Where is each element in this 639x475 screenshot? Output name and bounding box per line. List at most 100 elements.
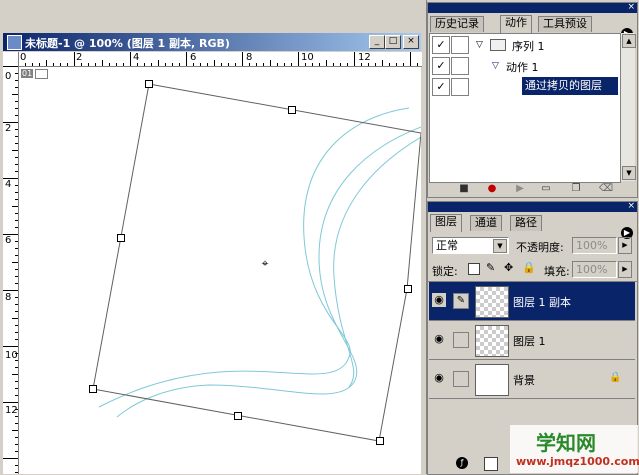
- ruler-v-label: 10: [5, 350, 18, 361]
- layer-thumbnail: [475, 325, 509, 357]
- opacity-slider-arrow-icon[interactable]: ▶: [618, 237, 632, 254]
- layer-row[interactable]: ◉ 图层 1: [429, 321, 635, 360]
- lock-all-icon[interactable]: 🔒: [522, 261, 536, 274]
- ruler-h-label: 10: [301, 52, 314, 63]
- tab-actions[interactable]: 动作: [500, 15, 532, 33]
- layer-name[interactable]: 图层 1 副本: [513, 294, 571, 310]
- tab-history[interactable]: 历史记录: [430, 16, 484, 32]
- blend-mode-value: 正常: [436, 239, 458, 252]
- layers-tabs: 图层 通道 路径 ▶: [428, 213, 637, 239]
- stop-icon[interactable]: ■: [456, 182, 472, 196]
- horizontal-ruler[interactable]: 0 2 4 6 8 10 12: [18, 52, 422, 67]
- close-button[interactable]: ×: [403, 35, 419, 49]
- layer-name[interactable]: 背景: [513, 372, 535, 388]
- ruler-h-label: 2: [76, 52, 83, 63]
- action-check[interactable]: ✓: [432, 57, 450, 75]
- action-set-label[interactable]: 序列 1: [512, 38, 545, 54]
- photoshop-doc-icon: [7, 35, 22, 50]
- actions-panel: × 历史记录 动作 工具预设 ▶ ✓ ▽ 序列 1 ✓ ▽ 动作 1 ✓ 通过拷…: [427, 2, 638, 198]
- play-icon[interactable]: ▶: [512, 182, 528, 196]
- transform-handle[interactable]: [117, 234, 125, 242]
- fill-slider-arrow-icon[interactable]: ▶: [618, 261, 632, 278]
- vertical-ruler[interactable]: 0 2 4 6 8 10 12: [3, 66, 19, 474]
- dialog-toggle[interactable]: [451, 57, 469, 75]
- layer-style-icon[interactable]: ƒ: [456, 457, 468, 469]
- scroll-down-icon[interactable]: ▼: [622, 166, 636, 180]
- ruler-corner[interactable]: [3, 52, 19, 67]
- ruler-h-label: 0: [20, 52, 27, 63]
- document-title: 未标题-1 @ 100% (图层 1 副本, RGB): [25, 37, 230, 50]
- layer-name[interactable]: 图层 1: [513, 333, 546, 349]
- panel-close-icon[interactable]: ×: [627, 202, 635, 211]
- lock-label: 锁定:: [432, 265, 458, 278]
- watermark-url: www.jmqz1000.com: [516, 455, 639, 468]
- transform-center-icon[interactable]: ⌖: [259, 257, 271, 269]
- record-icon[interactable]: ●: [484, 182, 500, 196]
- eye-icon[interactable]: ◉: [432, 371, 446, 385]
- add-mask-icon[interactable]: [484, 457, 498, 471]
- dialog-toggle[interactable]: [451, 36, 469, 54]
- lock-transparency-icon[interactable]: [468, 263, 480, 275]
- tab-channels[interactable]: 通道: [470, 215, 502, 231]
- dialog-toggle[interactable]: [451, 78, 469, 96]
- tab-tool-presets[interactable]: 工具预设: [538, 16, 592, 32]
- panel-titlebar[interactable]: ×: [428, 3, 637, 13]
- blend-mode-select[interactable]: 正常 ▼: [432, 237, 509, 254]
- canvas-artwork: [92, 83, 421, 442]
- ruler-h-label: 6: [190, 52, 197, 63]
- opacity-field[interactable]: 100%: [572, 237, 617, 254]
- maximize-button[interactable]: □: [385, 35, 401, 49]
- brush-icon[interactable]: ✎: [453, 293, 469, 309]
- panel-close-icon[interactable]: ×: [627, 3, 635, 12]
- lock-move-icon[interactable]: ✥: [504, 261, 513, 274]
- action-label[interactable]: 动作 1: [506, 59, 539, 75]
- actions-toolbar: ■ ● ▶ ▭ ❐ ⌫: [428, 182, 637, 197]
- link-toggle[interactable]: [453, 332, 469, 348]
- fill-value: 100%: [576, 263, 608, 276]
- document-window: 未标题-1 @ 100% (图层 1 副本, RGB) _ □ × 0 2 4 …: [0, 0, 427, 474]
- transform-handle[interactable]: [234, 412, 242, 420]
- action-step-selected[interactable]: 通过拷贝的图层: [522, 77, 618, 95]
- action-check[interactable]: ✓: [432, 78, 450, 96]
- watermark-title: 学知网: [536, 431, 596, 455]
- transform-handle[interactable]: [404, 285, 412, 293]
- expand-triangle-icon[interactable]: ▽: [476, 40, 483, 50]
- transform-handle[interactable]: [288, 106, 296, 114]
- panel-titlebar[interactable]: ×: [428, 202, 637, 212]
- transform-handle[interactable]: [89, 385, 97, 393]
- eye-icon[interactable]: ◉: [432, 332, 446, 346]
- actions-tabs: 历史记录 动作 工具预设 ▶: [428, 14, 637, 40]
- layer-thumbnail: [475, 286, 509, 318]
- delete-icon[interactable]: ⌫: [598, 182, 614, 196]
- ruler-v-label: 0: [5, 71, 12, 82]
- fill-field[interactable]: 100%: [572, 261, 617, 278]
- layer-row[interactable]: ◉ 背景 🔒: [429, 360, 635, 399]
- document-canvas[interactable]: 01 ⌖: [19, 67, 421, 474]
- new-action-icon[interactable]: ❐: [568, 182, 584, 196]
- link-toggle[interactable]: [453, 371, 469, 387]
- watermark: 学知网 www.jmqz1000.com: [510, 425, 639, 473]
- ruler-h-label: 4: [133, 52, 140, 63]
- ruler-h-label: 8: [246, 52, 253, 63]
- tab-paths[interactable]: 路径: [510, 215, 542, 231]
- opacity-value: 100%: [576, 239, 608, 252]
- eye-icon[interactable]: ◉: [432, 293, 446, 307]
- document-titlebar[interactable]: 未标题-1 @ 100% (图层 1 副本, RGB) _ □ ×: [3, 33, 421, 51]
- folder-icon[interactable]: ▭: [538, 182, 554, 196]
- ruler-v-label: 8: [5, 292, 12, 303]
- action-check[interactable]: ✓: [432, 36, 450, 54]
- expand-triangle-icon[interactable]: ▽: [492, 61, 499, 71]
- minimize-button[interactable]: _: [369, 35, 385, 49]
- scroll-up-icon[interactable]: ▲: [622, 34, 636, 48]
- transform-handle[interactable]: [145, 80, 153, 88]
- opacity-label: 不透明度:: [516, 241, 564, 254]
- tab-layers[interactable]: 图层: [430, 214, 462, 232]
- transform-handle[interactable]: [376, 437, 384, 445]
- lock-paint-icon[interactable]: ✎: [486, 261, 495, 274]
- layer-thumbnail: [475, 364, 509, 396]
- ruler-v-label: 12: [5, 405, 18, 416]
- chevron-down-icon[interactable]: ▼: [493, 239, 507, 253]
- layer-row-selected[interactable]: ◉ ✎ 图层 1 副本: [429, 282, 635, 321]
- actions-scrollbar[interactable]: ▲ ▼: [620, 33, 636, 181]
- actions-list: ✓ ▽ 序列 1 ✓ ▽ 动作 1 ✓ 通过拷贝的图层: [429, 33, 621, 183]
